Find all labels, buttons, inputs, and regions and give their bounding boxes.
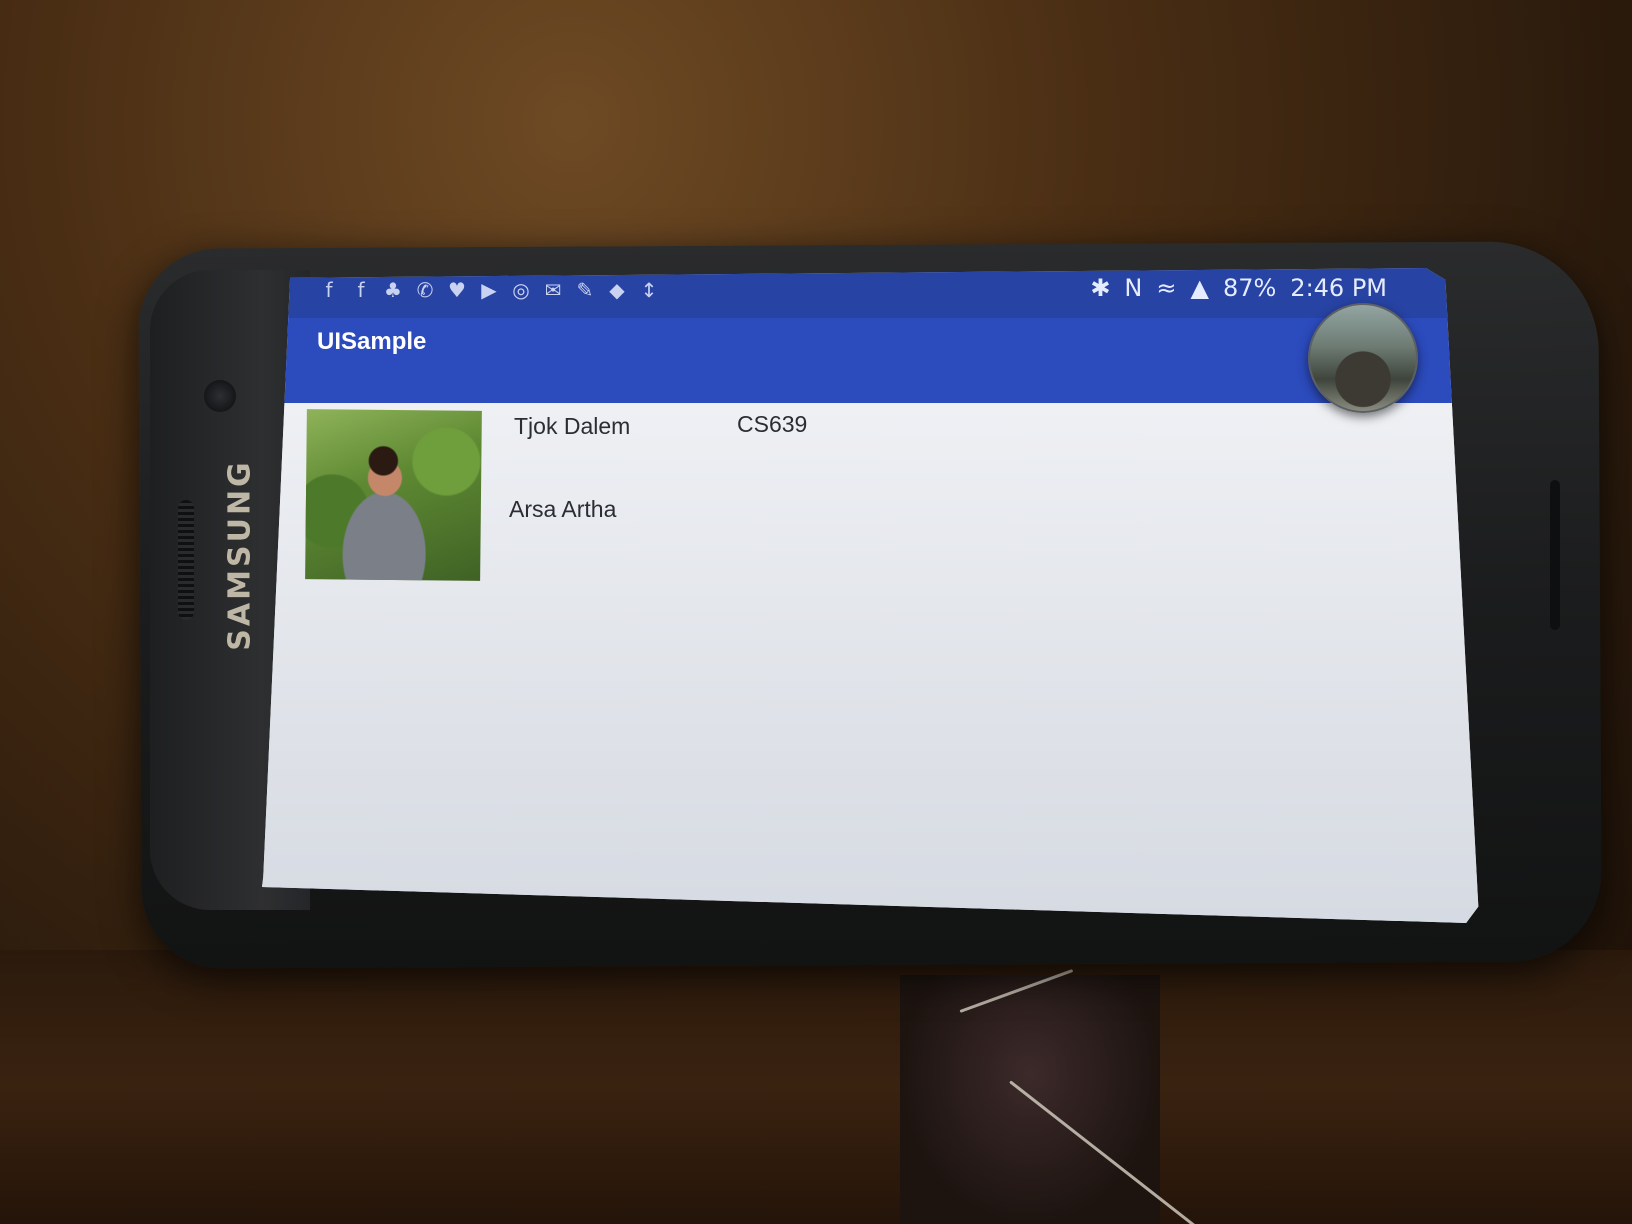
mail-icon: ✉ [544, 278, 562, 302]
signal-icon: ▲ [1190, 274, 1209, 302]
snapchat-icon: ♣ [384, 278, 402, 302]
phone-screen: f f ♣ ✆ ♥ ▶ ◎ ✉ ✎ ◆ ↕ ✱ N ≈ ▲ 87% 2:46 P… [262, 268, 1479, 923]
facebook-icon: f [357, 278, 365, 302]
facebook-icon: f [325, 278, 333, 302]
side-button [1550, 480, 1560, 630]
first-name-label: Tjok Dalem [514, 413, 631, 439]
photo-scene: SAMSUNG f f ♣ ✆ ♥ ▶ ◎ ✉ ✎ ◆ ↕ ✱ N ≈ ▲ 87… [0, 0, 1632, 1224]
status-indicators: ✱ N ≈ ▲ 87% 2:46 PM [1090, 274, 1387, 302]
app-cube-icon: ◆ [609, 278, 625, 302]
slack-icon: ✎ [576, 278, 594, 302]
brand-logo: SAMSUNG [222, 459, 258, 651]
earpiece-speaker [178, 500, 194, 620]
app-bar [262, 318, 1479, 403]
youtube-icon: ▶ [481, 278, 497, 302]
notification-icons: f f ♣ ✆ ♥ ▶ ◎ ✉ ✎ ◆ ↕ [317, 278, 661, 302]
usb-icon: ↕ [640, 278, 658, 302]
battery-level: 87% [1222, 274, 1277, 302]
table-surface [0, 950, 1632, 1224]
nfc-icon: N [1124, 274, 1143, 302]
profile-photo [305, 409, 482, 581]
clock: 2:46 PM [1290, 274, 1387, 302]
app-title: UISample [317, 328, 427, 355]
course-label: CS639 [737, 411, 808, 437]
messenger-icon: ✆ [416, 278, 434, 302]
last-name-label: Arsa Artha [509, 496, 617, 522]
bluetooth-icon: ✱ [1090, 274, 1111, 302]
wifi-icon: ≈ [1156, 274, 1177, 302]
instagram-icon: ◎ [512, 278, 530, 302]
floating-avatar-button[interactable] [1308, 303, 1418, 413]
front-camera [204, 380, 236, 412]
twitter-icon: ♥ [448, 278, 466, 302]
